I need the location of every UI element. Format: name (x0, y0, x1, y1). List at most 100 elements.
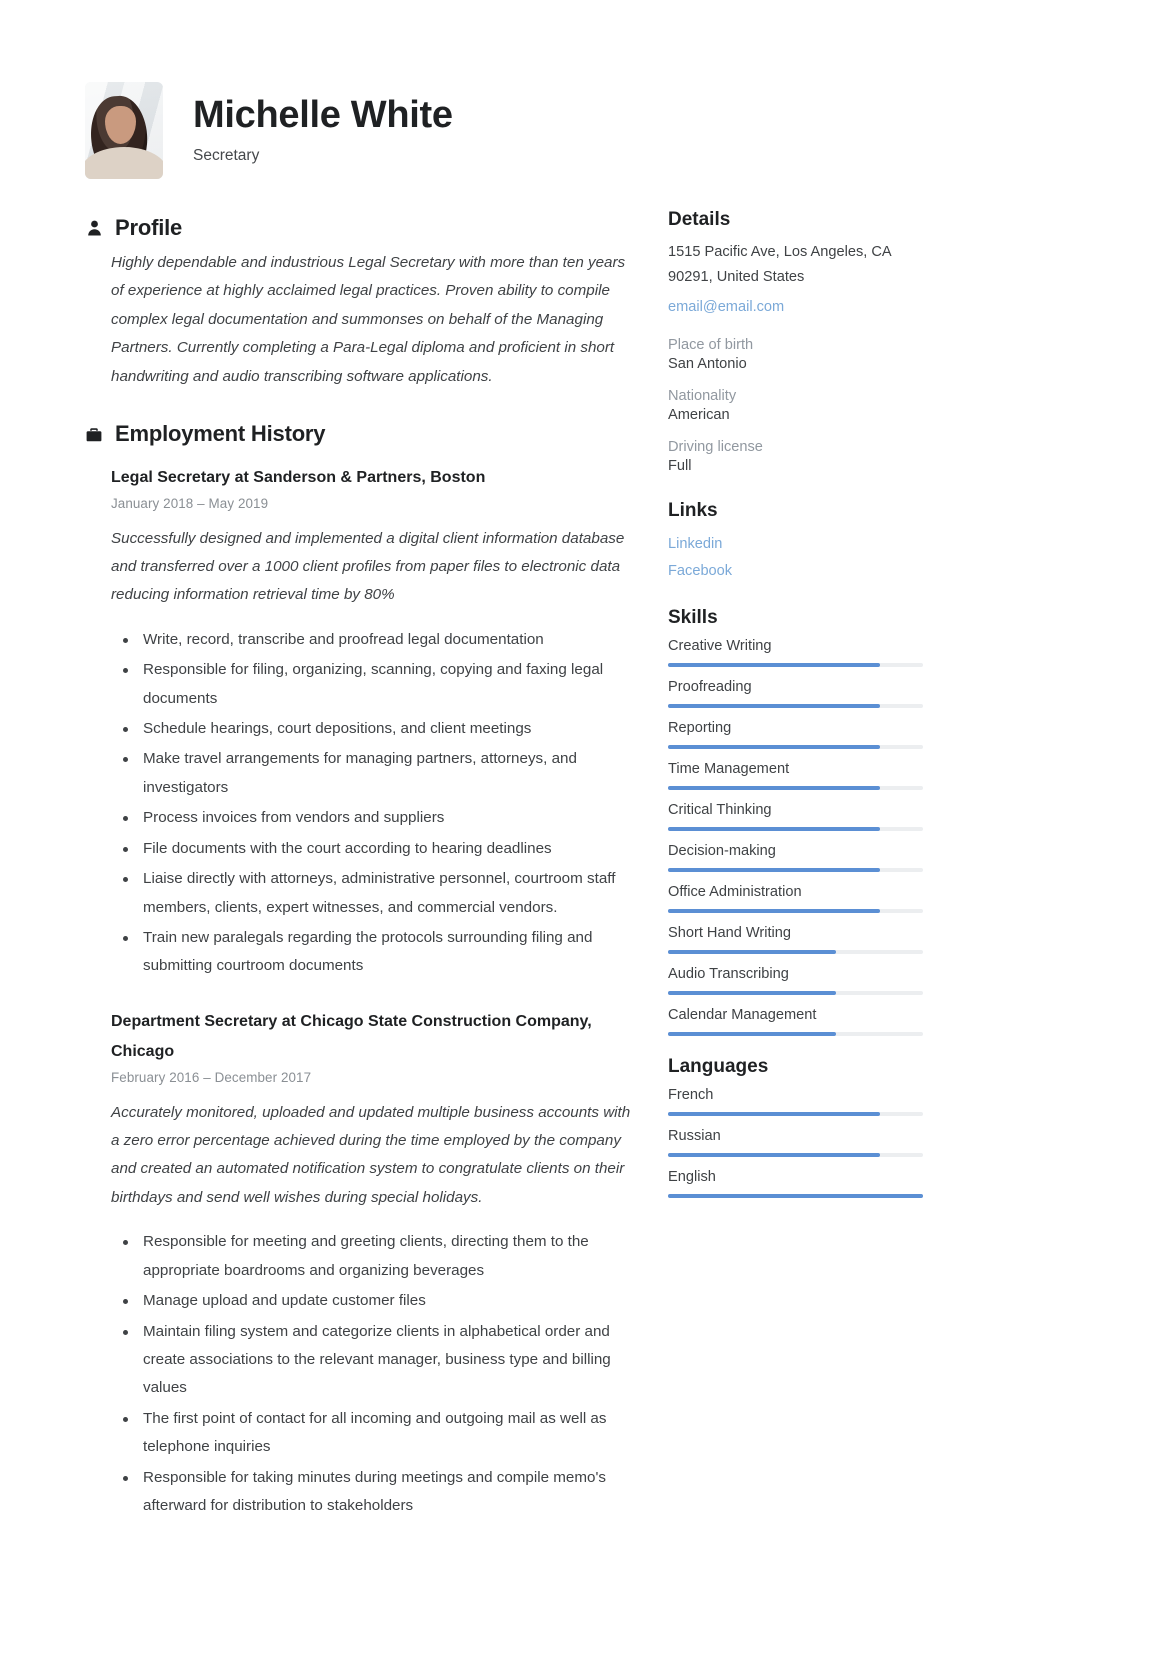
avatar-shoulder (85, 147, 163, 179)
language-bar-track (668, 1153, 923, 1158)
language-bar-fill (668, 1112, 880, 1117)
email-link[interactable]: email@email.com (668, 294, 960, 321)
skill-bar-fill (668, 1032, 837, 1037)
experience-entry: Legal Secretary at Sanderson & Partners,… (85, 463, 642, 981)
experience-bullet-list: Write, record, transcribe and proofread … (111, 626, 642, 981)
skill-label: Calendar Management (668, 1007, 817, 1024)
skill-label: Office Administration (668, 884, 802, 901)
detail-value-place-of-birth: San Antonio (668, 356, 747, 373)
list-item: Maintain filing system and categorize cl… (117, 1318, 642, 1403)
experience-title: Legal Secretary at Sanderson & Partners,… (111, 469, 486, 487)
skill-bar-fill (668, 827, 880, 832)
sidebar: Details 1515 Pacific Ave, Los Angeles, C… (660, 209, 960, 1523)
language-bar-track (668, 1112, 923, 1117)
skill-label: Creative Writing (668, 638, 772, 655)
skill-label: Reporting (668, 720, 732, 737)
skill-bar-track (668, 868, 923, 873)
skill-bar-track (668, 786, 923, 791)
list-item: Responsible for meeting and greeting cli… (117, 1228, 642, 1285)
skill-label: Decision-making (668, 843, 776, 860)
list-item: File documents with the court according … (117, 835, 642, 863)
skill-row: Calendar Management (668, 1007, 960, 1037)
detail-label-nationality: Nationality (668, 388, 737, 405)
skill-label: Proofreading (668, 679, 752, 696)
employment-section-header: Employment History (85, 421, 642, 447)
skill-bar-track (668, 663, 923, 668)
details-section: Details 1515 Pacific Ave, Los Angeles, C… (668, 209, 960, 474)
address-line-1: 1515 Pacific Ave, Los Angeles, CA (668, 244, 892, 260)
skills-heading: Skills (668, 607, 718, 629)
person-icon (85, 220, 103, 236)
language-row: English (668, 1169, 960, 1199)
detail-value-nationality: American (668, 407, 730, 424)
skill-row: Reporting (668, 720, 960, 750)
language-label: English (668, 1169, 716, 1186)
language-bar-track (668, 1194, 923, 1199)
skill-label: Audio Transcribing (668, 966, 789, 983)
experience-entry: Department Secretary at Chicago State Co… (85, 1007, 642, 1521)
language-label: Russian (668, 1128, 721, 1145)
address-line-2: 90291, United States (668, 269, 805, 286)
skill-bar-fill (668, 663, 880, 668)
skill-bar-fill (668, 745, 880, 750)
briefcase-icon (85, 427, 103, 442)
language-bar-fill (668, 1194, 923, 1199)
job-title: Secretary (193, 146, 260, 164)
skill-bar-fill (668, 991, 837, 996)
main-column: Profile Highly dependable and industriou… (0, 209, 660, 1523)
skill-bar-track (668, 745, 923, 750)
skill-row: Audio Transcribing (668, 966, 960, 996)
resume-page: Michelle White Secretary Profile Highly … (0, 0, 1170, 1655)
detail-label-driving-license: Driving license (668, 439, 763, 456)
skill-bar-track (668, 1032, 923, 1037)
links-heading: Links (668, 500, 718, 522)
experience-description: Accurately monitored, uploaded and updat… (111, 1103, 631, 1206)
list-item: Responsible for filing, organizing, scan… (117, 656, 642, 713)
detail-label-place-of-birth: Place of birth (668, 337, 754, 354)
profile-heading: Profile (115, 215, 183, 240)
skill-bar-track (668, 950, 923, 955)
detail-value-driving-license: Full (668, 458, 692, 475)
list-item: Responsible for taking minutes during me… (117, 1464, 642, 1521)
link-facebook[interactable]: Facebook (668, 558, 960, 585)
skill-row: Decision-making (668, 843, 960, 873)
language-label: French (668, 1087, 714, 1104)
list-item: Train new paralegals regarding the proto… (117, 924, 642, 981)
skill-label: Critical Thinking (668, 802, 772, 819)
skill-row: Creative Writing (668, 638, 960, 668)
languages-heading: Languages (668, 1056, 769, 1078)
skill-bar-fill (668, 868, 880, 873)
experience-dates: February 2016 – December 2017 (111, 1069, 312, 1085)
skill-row: Critical Thinking (668, 802, 960, 832)
list-item: Manage upload and update customer files (117, 1287, 642, 1315)
skill-bar-fill (668, 786, 880, 791)
list-item: Process invoices from vendors and suppli… (117, 804, 642, 832)
skill-row: Proofreading (668, 679, 960, 709)
skills-section: Skills Creative Writing Proofreading Rep… (668, 607, 960, 1037)
skill-bar-track (668, 991, 923, 996)
list-item: Make travel arrangements for managing pa… (117, 745, 642, 802)
list-item: Schedule hearings, court depositions, an… (117, 715, 642, 743)
content-columns: Profile Highly dependable and industriou… (0, 179, 1170, 1523)
skill-bar-fill (668, 950, 837, 955)
list-item: Write, record, transcribe and proofread … (117, 626, 642, 654)
list-item: The first point of contact for all incom… (117, 1405, 642, 1462)
skill-row: Time Management (668, 761, 960, 791)
link-linkedin[interactable]: Linkedin (668, 531, 960, 558)
name-block: Michelle White Secretary (193, 95, 453, 165)
skill-label: Short Hand Writing (668, 925, 792, 942)
language-row: French (668, 1087, 960, 1117)
skill-bar-fill (668, 704, 880, 709)
language-row: Russian (668, 1128, 960, 1158)
profile-section-header: Profile (85, 215, 642, 241)
skill-bar-track (668, 704, 923, 709)
skill-row: Office Administration (668, 884, 960, 914)
skill-bar-track (668, 909, 923, 914)
details-heading: Details (668, 209, 731, 230)
list-item: Liaise directly with attorneys, administ… (117, 865, 642, 922)
languages-section: Languages French Russian English (668, 1056, 960, 1199)
experience-title: Department Secretary at Chicago State Co… (111, 1012, 592, 1061)
skill-bar-track (668, 827, 923, 832)
profile-text: Highly dependable and industrious Legal … (111, 254, 626, 385)
links-section: Links Linkedin Facebook (668, 500, 960, 585)
